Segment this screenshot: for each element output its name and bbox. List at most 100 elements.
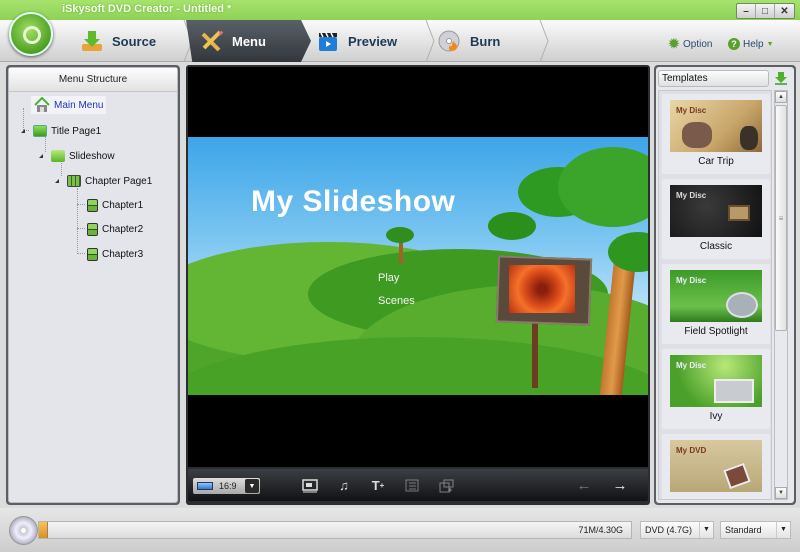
app-logo [9, 12, 53, 56]
menu-title[interactable]: My Slideshow [251, 185, 455, 219]
scroll-up-button[interactable]: ▲ [775, 91, 787, 103]
close-button[interactable]: ✕ [775, 4, 794, 18]
tab-menu[interactable]: Menu [186, 20, 311, 62]
tab-preview-label: Preview [348, 33, 398, 49]
title-bar: iSkysoft DVD Creator - Untitled * – □ ✕ [0, 0, 800, 20]
capacity-fill [39, 522, 49, 538]
burning-disc-icon [438, 29, 462, 53]
tree-item-chapter[interactable]: Chapter3 [87, 245, 143, 263]
tab-menu-label: Menu [232, 33, 266, 49]
folder-icon [51, 150, 65, 162]
quality-value: Standard [725, 525, 762, 535]
chevron-down-icon: ▼ [776, 522, 790, 538]
tree-item-label: Main Menu [54, 99, 104, 111]
tab-source-label: Source [112, 33, 157, 49]
download-templates-icon[interactable] [774, 71, 788, 85]
tree-item-label: Slideshow [69, 150, 115, 162]
templates-scrollbar[interactable]: ▲ ≡ ▼ [774, 90, 788, 500]
quality-select[interactable]: Standard ▼ [720, 521, 791, 539]
aspect-ratio-value: 16:9 [219, 481, 237, 491]
tree-item-label: Chapter1 [102, 199, 144, 211]
tab-burn-label: Burn [470, 33, 501, 49]
scrollbar-thumb[interactable]: ≡ [775, 105, 787, 331]
tab-separator [538, 19, 550, 63]
template-thumbnail: My Disc [670, 355, 762, 407]
chapter-icon[interactable] [404, 478, 420, 493]
template-item[interactable]: My DVD [662, 434, 770, 499]
tree-item-chapter[interactable]: Chapter1 [87, 196, 143, 214]
menu-button-scenes[interactable]: Scenes [378, 295, 415, 307]
window-controls: – □ ✕ [736, 3, 795, 19]
tree-item-label: Chapter Page1 [85, 175, 153, 187]
chevron-down-icon: ▼ [245, 479, 259, 493]
preview-area: My Slideshow Play Scenes 16:9 ▼ ♫ T + ← → [186, 65, 650, 505]
tab-burn[interactable]: Burn [438, 20, 546, 62]
tab-separator [424, 19, 436, 63]
pencil-ruler-icon [200, 29, 224, 53]
template-name: Car Trip [698, 156, 734, 167]
menu-tree: Main Menu Title Page1 Slideshow Chapter … [9, 92, 177, 292]
next-page-button[interactable]: → [612, 477, 628, 494]
gear-icon: ✹ [668, 36, 680, 51]
slideshow-thumbnail [509, 265, 575, 313]
tree-item-chapter[interactable]: Chapter2 [87, 220, 143, 238]
option-label: Option [683, 38, 713, 50]
filmstrip-icon [67, 175, 81, 187]
tree-item-main-menu[interactable]: Main Menu [31, 96, 107, 114]
film-frame-icon [87, 222, 98, 236]
add-text-icon[interactable]: T + [370, 478, 386, 493]
scroll-down-button[interactable]: ▼ [775, 487, 787, 499]
capacity-text: 71M/4.30G [578, 525, 623, 535]
disc-type-value: DVD (4.7G) [645, 525, 693, 535]
menu-structure-panel: Menu Structure Main Menu Title Page1 Sli… [6, 65, 180, 505]
template-thumbnail: My Disc [670, 100, 762, 152]
disc-type-select[interactable]: DVD (4.7G) ▼ [640, 521, 714, 539]
template-item-classic[interactable]: My Disc Classic [662, 179, 770, 259]
template-item-ivy[interactable]: My Disc Ivy [662, 349, 770, 429]
help-button[interactable]: ? Help ▼ [728, 38, 774, 50]
tree-item-chapter-page[interactable]: Chapter Page1 [67, 172, 152, 190]
home-icon [34, 96, 50, 113]
templates-list: My Disc Car Trip My Disc Classic My Disc [658, 90, 772, 500]
disc-logo-icon [23, 26, 41, 44]
template-thumbnail: My DVD [670, 440, 762, 492]
maximize-button[interactable]: □ [756, 4, 775, 18]
help-label: Help [743, 38, 764, 50]
tree-item-label: Title Page1 [51, 125, 102, 137]
clapperboard-icon [316, 29, 340, 53]
film-frame-icon [87, 198, 98, 212]
templates-title: Templates [658, 70, 769, 87]
tab-preview[interactable]: Preview [316, 20, 434, 62]
monitor-icon [33, 125, 47, 137]
background-icon[interactable] [302, 478, 318, 493]
add-thumbnail-icon[interactable] [438, 478, 454, 493]
disc-icon [9, 516, 38, 545]
menu-preview-canvas[interactable]: My Slideshow Play Scenes [188, 137, 648, 395]
screen-icon [197, 482, 213, 490]
previous-page-button[interactable]: ← [576, 477, 592, 494]
template-item-car-trip[interactable]: My Disc Car Trip [662, 94, 770, 174]
option-button[interactable]: ✹ Option [668, 36, 713, 51]
film-frame-icon [87, 247, 98, 261]
panel-title: Menu Structure [9, 68, 177, 92]
tree-item-title-page[interactable]: Title Page1 [33, 122, 101, 140]
tree-item-label: Chapter3 [102, 248, 144, 260]
template-item-field-spotlight[interactable]: My Disc Field Spotlight [662, 264, 770, 344]
template-name: Field Spotlight [684, 326, 748, 337]
download-arrow-icon [80, 29, 104, 53]
template-name: Classic [699, 241, 733, 252]
chevron-down-icon: ▼ [699, 522, 713, 538]
tree-item-label: Chapter2 [102, 223, 144, 235]
template-thumbnail: My Disc [670, 185, 762, 237]
tree-item-slideshow[interactable]: Slideshow [51, 147, 115, 165]
minimize-button[interactable]: – [737, 4, 756, 18]
status-bar: 71M/4.30G DVD (4.7G) ▼ Standard ▼ [0, 508, 800, 552]
chevron-down-icon: ▼ [766, 40, 774, 48]
tab-source[interactable]: Source [80, 20, 188, 62]
preview-toolbar: 16:9 ▼ ♫ T + ← → [188, 469, 648, 501]
music-icon[interactable]: ♫ [336, 478, 352, 493]
menu-button-play[interactable]: Play [378, 272, 399, 284]
window-title: iSkysoft DVD Creator - Untitled * [62, 3, 232, 15]
templates-panel: Templates My Disc Car Trip My Disc Class… [654, 65, 796, 505]
aspect-ratio-select[interactable]: 16:9 ▼ [193, 478, 260, 494]
